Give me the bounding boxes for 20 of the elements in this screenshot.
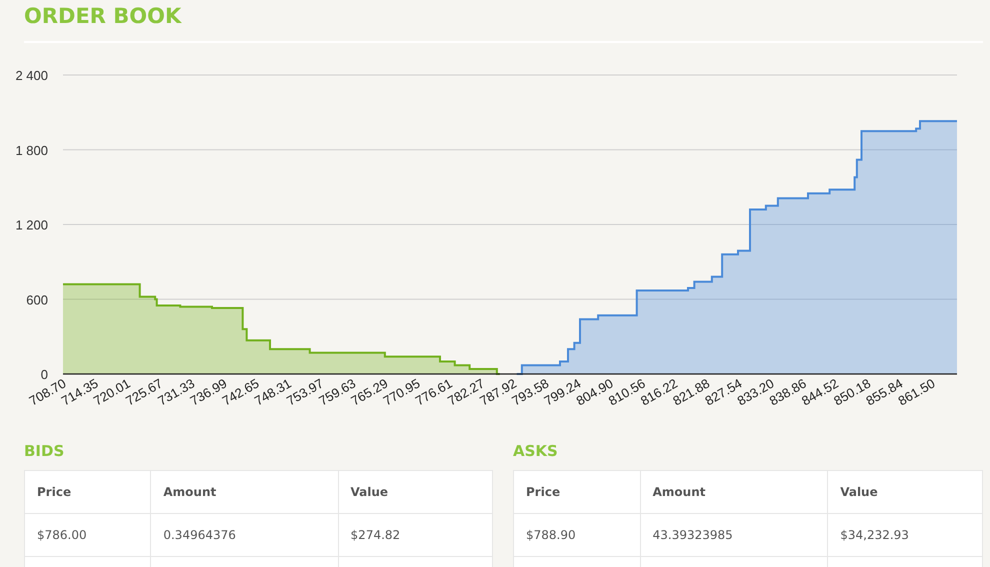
- y-axis-label: 600: [26, 292, 48, 308]
- column-header: Amount: [150, 470, 338, 514]
- y-axis-label: 0: [40, 367, 48, 382]
- column-header: Value: [828, 470, 982, 514]
- table-cell: $34,232.93: [828, 514, 982, 556]
- table-cell: $788.90: [514, 514, 640, 556]
- column-header: Price: [514, 470, 640, 514]
- table-cell: 43.39323985: [640, 514, 828, 556]
- table-cell: $274.82: [338, 514, 492, 556]
- column-header: Amount: [640, 470, 828, 514]
- table-title: ASKS: [513, 442, 559, 460]
- y-axis-label: 1 800: [15, 142, 48, 158]
- table-title: BIDS: [24, 442, 66, 460]
- column-header: Value: [338, 470, 492, 514]
- y-axis-label: 2 400: [15, 68, 48, 83]
- table-cell: $786.00: [24, 514, 151, 556]
- table-cell: 0.34964376: [150, 514, 338, 556]
- page-title: ORDER BOOK: [24, 4, 983, 43]
- y-axis-label: 1 200: [15, 218, 48, 232]
- column-header: Price: [24, 470, 151, 514]
